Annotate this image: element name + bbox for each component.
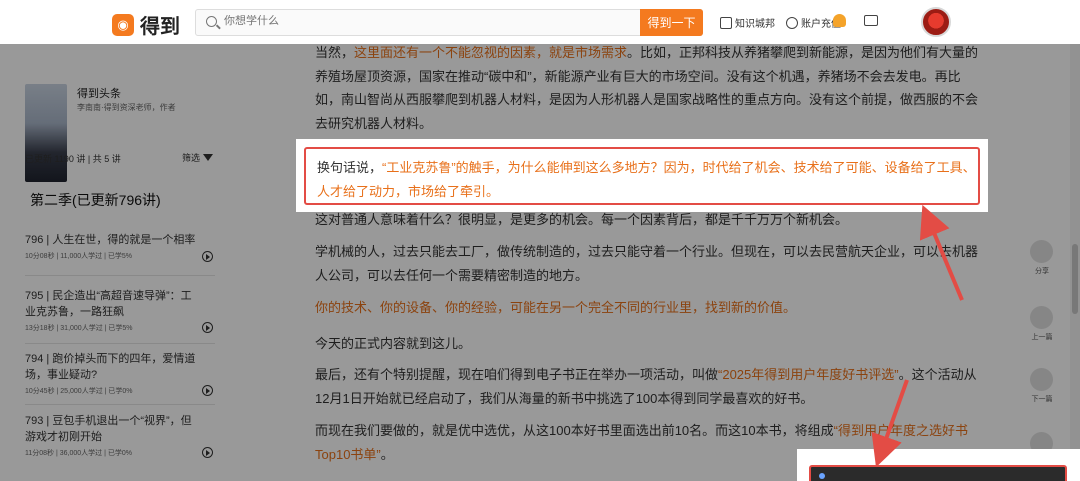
knowledge-icon [720,16,732,29]
vip-icon[interactable] [833,14,846,27]
status-dot-icon [819,473,825,479]
logo[interactable]: ◉ 得到 [112,10,180,39]
search-icon [206,16,217,27]
mail-icon[interactable] [864,15,878,26]
nav-knowledge-label: 知识城邦 [735,19,775,30]
top-bar: ◉ 得到 得到一下 知识城邦 账户充值 [0,0,1080,44]
recharge-icon [786,16,798,29]
logo-icon: ◉ [112,13,134,36]
popup-bar[interactable] [809,465,1067,481]
user-avatar[interactable] [921,7,951,37]
text: 换句话说， [317,160,383,175]
highlighted-quote-box: 换句话说，“工业克苏鲁”的触手，为什么能伸到这么多地方？因为，时代给了机会、技术… [296,139,988,212]
bottom-popup [797,449,1080,481]
nav-knowledge-city[interactable]: 知识城邦 [720,15,775,30]
highlighted-quote: 换句话说，“工业克苏鲁”的触手，为什么能伸到这么多地方？因为，时代给了机会、技术… [317,156,977,203]
dim-overlay [0,44,1080,481]
highlight-text: “工业克苏鲁”的触手，为什么能伸到这么多地方？因为，时代给了机会、技术给了可能、… [317,160,976,199]
search-input[interactable] [224,15,624,27]
search-bar: 得到一下 [195,9,703,36]
search-button[interactable]: 得到一下 [640,9,703,36]
logo-text: 得到 [140,14,180,38]
annotation-outline: 换句话说，“工业克苏鲁”的触手，为什么能伸到这么多地方？因为，时代给了机会、技术… [304,147,980,205]
